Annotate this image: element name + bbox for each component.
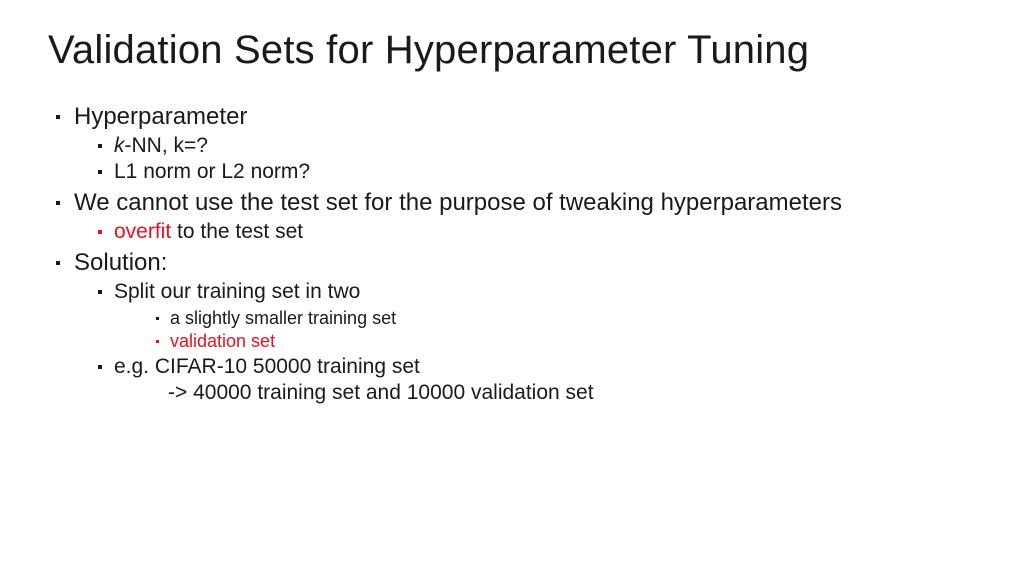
bullet-list-level-2: Split our training set in two a slightly…	[74, 279, 976, 407]
bullet-continuation: -> 40000 training set and 10000 validati…	[114, 380, 976, 406]
slide-title: Validation Sets for Hyperparameter Tunin…	[48, 28, 976, 73]
bullet-text: -NN, k=?	[125, 134, 208, 157]
bullet-test-set: We cannot use the test set for the purpo…	[48, 189, 976, 245]
bullet-validation-set: validation set	[114, 330, 976, 353]
bullet-solution: Solution: Split our training set in two …	[48, 249, 976, 406]
bullet-text-red: validation set	[170, 331, 275, 351]
bullet-text-red: overfit	[114, 220, 171, 243]
bullet-smaller-training: a slightly smaller training set	[114, 307, 976, 330]
bullet-text: Split our training set in two	[114, 280, 360, 303]
bullet-split: Split our training set in two a slightly…	[74, 279, 976, 354]
bullet-text: to the test set	[171, 220, 303, 243]
bullet-text: e.g. CIFAR-10 50000 training set	[114, 355, 420, 378]
bullet-norm: L1 norm or L2 norm?	[74, 159, 976, 185]
bullet-text: Hyperparameter	[74, 103, 247, 130]
bullet-text: We cannot use the test set for the purpo…	[74, 189, 842, 216]
bullet-list-level-2: overfit to the test set	[74, 219, 976, 245]
bullet-overfit: overfit to the test set	[74, 219, 976, 245]
bullet-text: L1 norm or L2 norm?	[114, 160, 310, 183]
bullet-hyperparameter: Hyperparameter k-NN, k=? L1 norm or L2 n…	[48, 103, 976, 185]
bullet-knn: k-NN, k=?	[74, 133, 976, 159]
bullet-text-italic: k	[114, 134, 125, 157]
bullet-list-level-2: k-NN, k=? L1 norm or L2 norm?	[74, 133, 976, 186]
bullet-text: a slightly smaller training set	[170, 308, 396, 328]
bullet-list-level-1: Hyperparameter k-NN, k=? L1 norm or L2 n…	[48, 103, 976, 406]
bullet-text: Solution:	[74, 249, 167, 276]
bullet-list-level-3: a slightly smaller training set validati…	[114, 307, 976, 354]
bullet-cifar: e.g. CIFAR-10 50000 training set -> 4000…	[74, 354, 976, 407]
